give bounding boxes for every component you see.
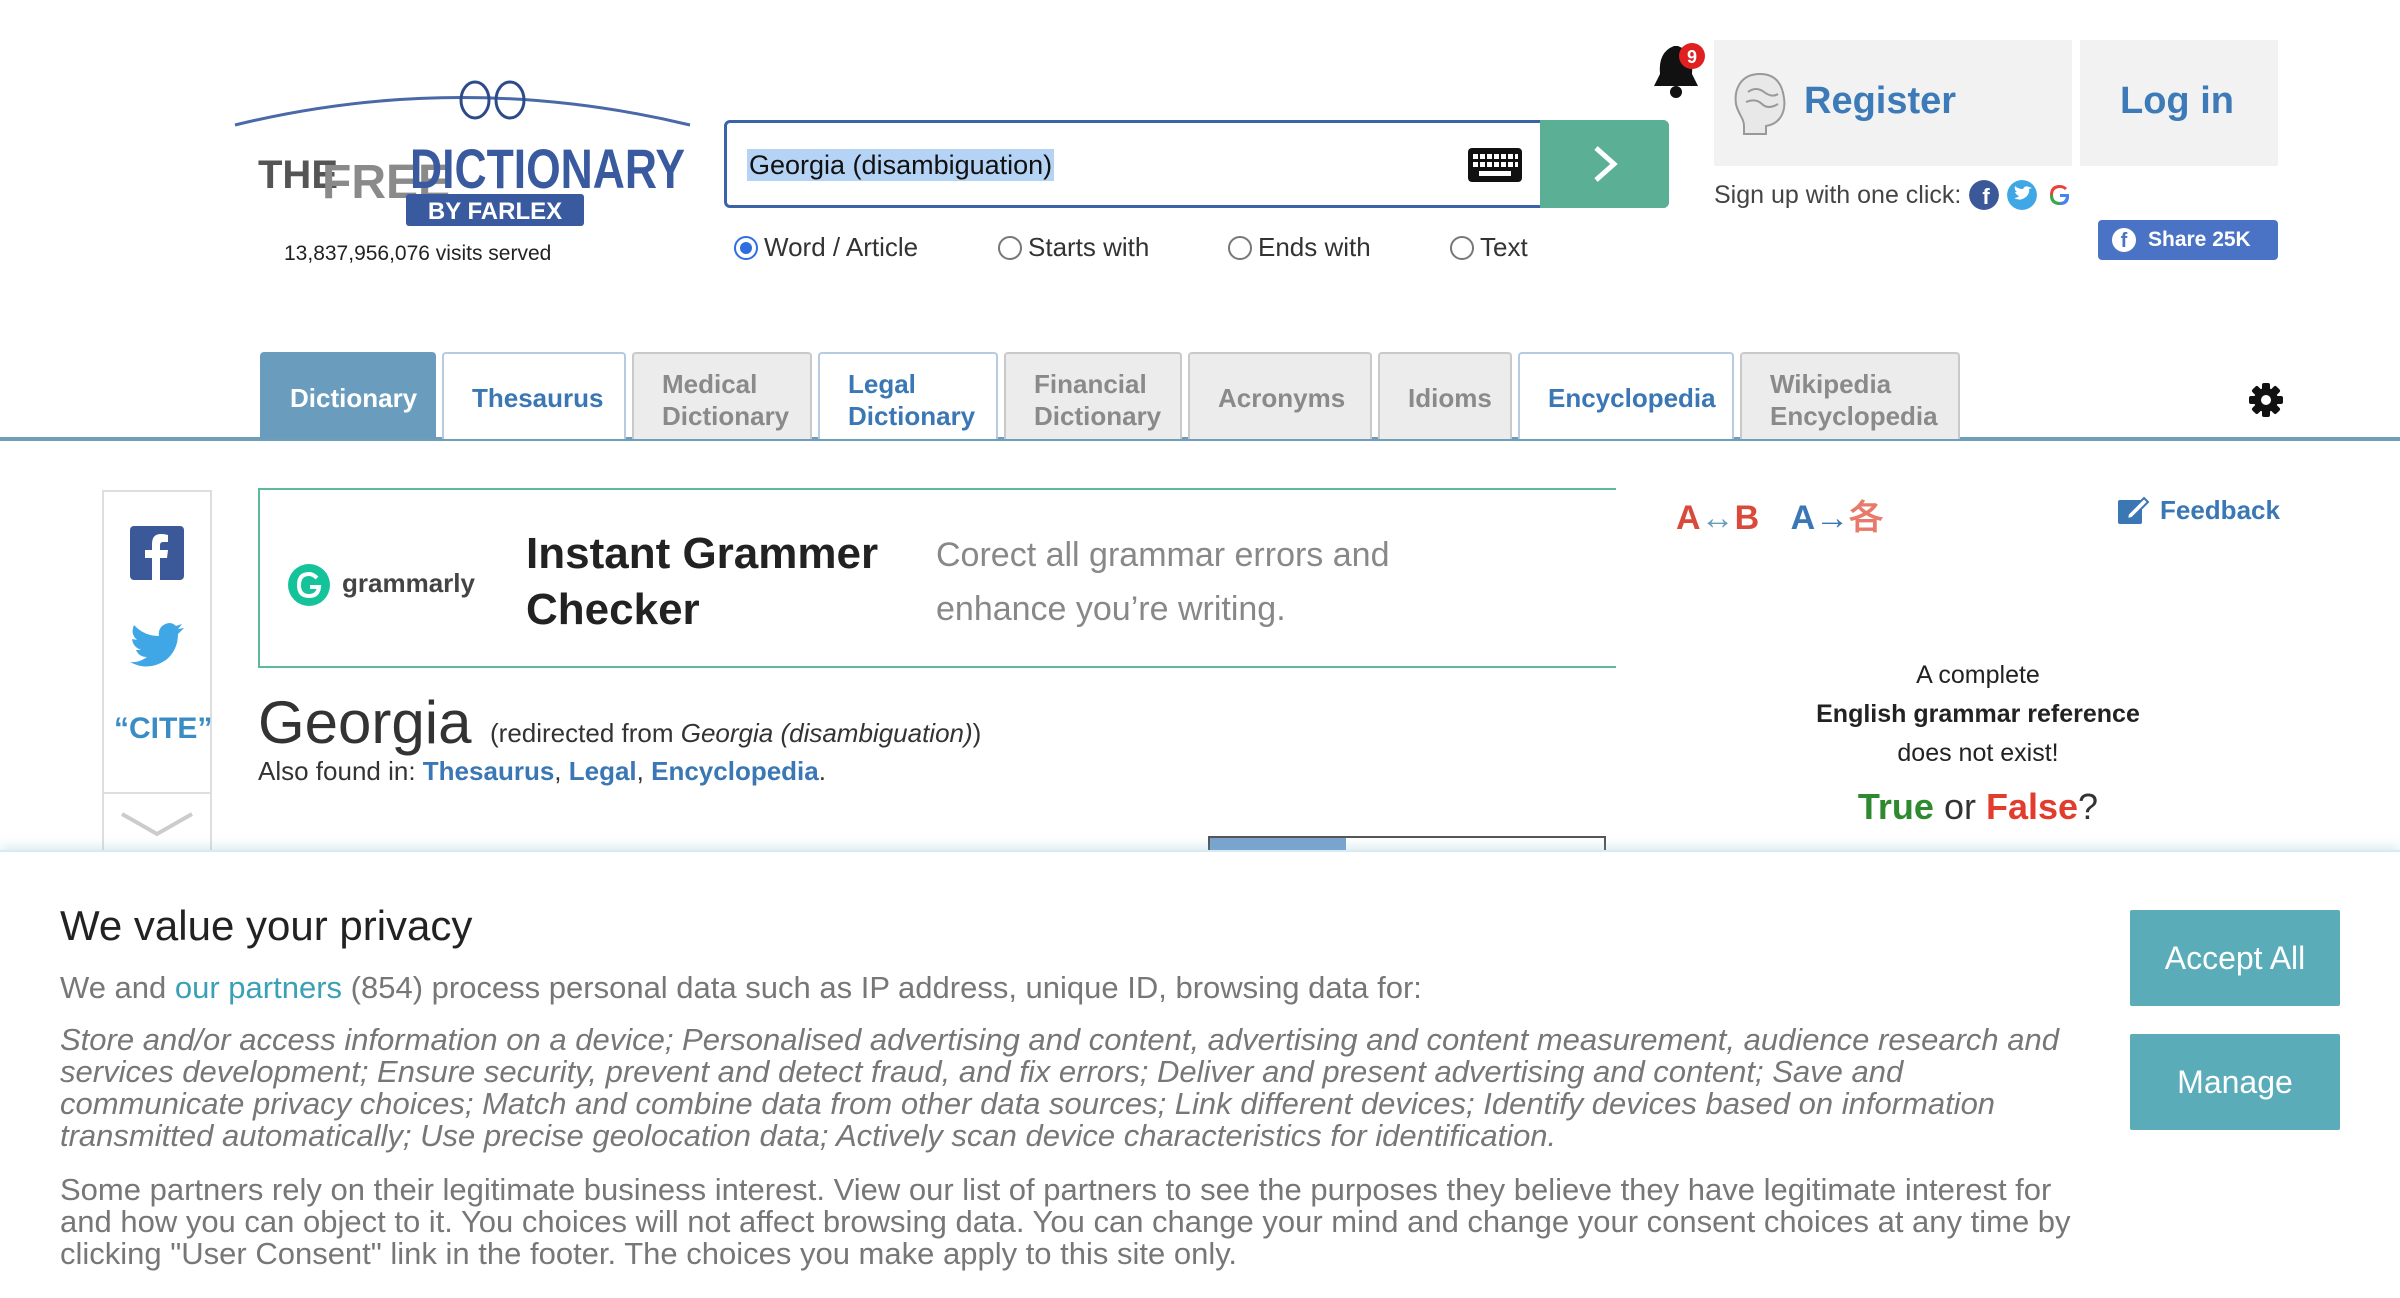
chevron-down-icon[interactable] <box>118 808 196 838</box>
logo-dictionary: DICTIONARY <box>410 137 685 200</box>
manage-button[interactable]: Manage <box>2130 1034 2340 1130</box>
edit-icon <box>2118 496 2150 524</box>
search-input-value: Georgia (disambiguation) <box>747 149 1055 181</box>
facebook-icon: f <box>2112 228 2136 252</box>
brain-icon <box>1734 72 1786 135</box>
facebook-icon[interactable] <box>130 526 184 580</box>
translate-ab-icon[interactable]: A↔B <box>1676 499 1759 537</box>
page-title: Georgia <box>258 689 472 756</box>
facebook-share-button[interactable]: f Share 25K <box>2098 220 2278 260</box>
visits-counter: 13,837,956,076 visits served <box>284 242 552 265</box>
tab-idioms[interactable]: Idioms <box>1378 352 1512 439</box>
also-found-label: Also found in: <box>258 756 416 786</box>
tab-label: Acronyms <box>1218 383 1346 413</box>
keyboard-icon[interactable] <box>1467 145 1523 185</box>
ad-brand: grammarly <box>342 568 475 598</box>
site-logo[interactable]: THE FREE DICTIONARY BY FARLEX <box>230 70 700 240</box>
tab-acronyms[interactable]: Acronyms <box>1188 352 1372 439</box>
feedback-label: Feedback <box>2160 494 2280 525</box>
social-sidebar: “CITE” <box>102 490 212 870</box>
partners-link[interactable]: our partners <box>175 970 342 1005</box>
login-button[interactable]: Log in <box>2080 40 2278 166</box>
consent-legitimate-interest: Some partners rely on their legitimate b… <box>60 1172 2071 1271</box>
consent-intro: We and our partners (854) process person… <box>60 970 1422 1005</box>
also-link-legal[interactable]: Legal <box>569 756 637 786</box>
radio-dot <box>1228 235 1252 260</box>
sidebar-divider <box>104 792 210 794</box>
notification-count: 9 <box>1687 47 1697 67</box>
grammarly-logo-icon <box>288 564 330 606</box>
ad-title: Instant Grammer Checker <box>526 529 879 634</box>
consent-purposes: Store and/or access information on a dev… <box>60 1022 2059 1153</box>
grammar-promo: A complete English grammar reference doe… <box>1816 661 2140 767</box>
redirect-note: (redirected from Georgia (disambiguation… <box>490 718 982 748</box>
search-box[interactable]: Georgia (disambiguation) <box>724 120 1669 208</box>
tab-wikipedia-encyclopedia[interactable]: Wikipedia Encyclopedia <box>1740 352 1960 439</box>
tab-medical-dictionary[interactable]: Medical Dictionary <box>632 352 812 439</box>
facebook-icon[interactable]: f <box>1969 180 2000 210</box>
true-button[interactable]: True <box>1858 786 1934 827</box>
radio-ends-with[interactable]: Ends with <box>1228 232 1371 263</box>
tab-label: Medical Dictionary <box>662 369 790 431</box>
logo-byfarlex: BY FARLEX <box>428 198 562 225</box>
also-link-thesaurus[interactable]: Thesaurus <box>423 756 555 786</box>
feedback-link[interactable]: Feedback <box>2116 494 2280 526</box>
also-link-encyclopedia[interactable]: Encyclopedia <box>651 756 819 786</box>
login-label: Log in <box>2120 80 2234 122</box>
signup-row: Sign up with one click: f <box>1714 180 2075 210</box>
radio-label: Text <box>1480 232 1528 262</box>
tab-label: Encyclopedia <box>1548 383 1716 413</box>
bell-icon[interactable]: 9 <box>1652 38 1706 100</box>
translation-tools: A↔B A→各 <box>1676 490 1883 539</box>
consent-title: We value your privacy <box>60 902 473 949</box>
google-icon[interactable] <box>2045 180 2075 210</box>
cite-button[interactable]: “CITE” <box>114 712 212 746</box>
page: THE FREE DICTIONARY BY FARLEX 13,837,956… <box>0 0 2400 1298</box>
false-button[interactable]: False <box>1986 786 2078 827</box>
tab-label: Idioms <box>1408 383 1492 413</box>
radio-word-article[interactable]: Word / Article <box>734 232 918 263</box>
register-label: Register <box>1804 80 1957 122</box>
true-false-quiz: True or False? <box>1857 786 2099 827</box>
radio-label: Word / Article <box>764 232 919 262</box>
signup-text: Sign up with one click: <box>1714 180 1962 209</box>
tab-legal-dictionary[interactable]: Legal Dictionary <box>818 352 998 439</box>
translate-language-icon[interactable]: A→各 <box>1791 499 1884 537</box>
search-button[interactable] <box>1540 120 1669 208</box>
radio-starts-with[interactable]: Starts with <box>998 232 1149 263</box>
share-label: Share 25K <box>2148 228 2251 251</box>
radio-label: Starts with <box>1028 232 1150 262</box>
privacy-consent-dialog: We value your privacy We and our partner… <box>0 850 2400 1298</box>
radio-dot-selected <box>734 235 758 260</box>
also-found-in: Also found in: Thesaurus, Legal, Encyclo… <box>258 756 826 786</box>
svg-text:f: f <box>1983 184 1991 209</box>
tab-encyclopedia[interactable]: Encyclopedia <box>1518 352 1734 439</box>
register-button[interactable]: Register <box>1714 40 2072 166</box>
accept-all-button[interactable]: Accept All <box>2130 910 2340 1006</box>
ad-text: Corect all grammar errors and enhance yo… <box>936 536 1390 628</box>
twitter-icon[interactable] <box>2007 180 2038 210</box>
radio-dot <box>998 235 1022 260</box>
search-input[interactable]: Georgia (disambiguation) <box>747 146 1507 184</box>
radio-dot <box>1450 235 1474 260</box>
chevron-right-icon <box>1594 146 1618 182</box>
tab-label: Financial Dictionary <box>1034 369 1162 431</box>
tab-label: Legal Dictionary <box>848 369 976 431</box>
tab-label: Wikipedia Encyclopedia <box>1770 369 1938 431</box>
tab-dictionary[interactable]: Dictionary <box>260 352 436 439</box>
twitter-icon[interactable] <box>128 622 186 672</box>
tab-label: Thesaurus <box>472 383 604 413</box>
ad-banner[interactable]: grammarly Instant Grammer Checker Corect… <box>258 488 1616 668</box>
tab-label: Dictionary <box>290 383 418 413</box>
tab-thesaurus[interactable]: Thesaurus <box>442 352 626 439</box>
radio-text[interactable]: Text <box>1450 232 1528 263</box>
radio-label: Ends with <box>1258 232 1371 262</box>
redirect-term: Georgia (disambiguation) <box>680 718 973 748</box>
tab-financial-dictionary[interactable]: Financial Dictionary <box>1004 352 1182 439</box>
gear-icon[interactable] <box>2248 382 2284 418</box>
